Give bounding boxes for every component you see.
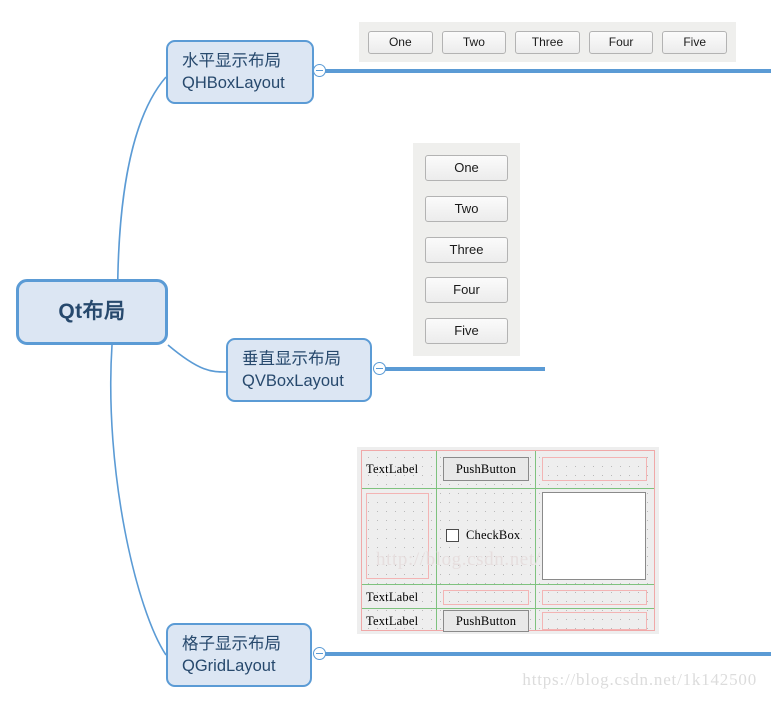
rail-hbox [325,69,771,73]
grid-listwidget-r2c3[interactable] [542,492,646,580]
mindmap-canvas: Qt布局 水平显示布局 QHBoxLayout 垂直显示布局 QVBoxLayo… [0,0,771,702]
checkbox-box-icon[interactable] [446,529,459,542]
vbox-button-four[interactable]: Four [425,277,508,304]
grid-guide-row-2 [362,584,654,585]
mindmap-node-qvboxlayout[interactable]: 垂直显示布局 QVBoxLayout [226,338,372,402]
grid-empty-slot-r3c3 [542,590,647,605]
node-qhboxlayout-line1: 水平显示布局 [182,51,281,70]
hbox-button-five[interactable]: Five [662,30,727,54]
grid-inner-watermark: http://blog.csdn.net/ [376,549,541,570]
grid-textlabel-r1c1: TextLabel [366,462,419,476]
hbox-button-row: One Two Three Four Five [359,22,736,62]
rail-vbox [385,367,545,371]
grid-empty-slot-r4c3 [542,612,647,630]
node-qgridlayout-line1: 格子显示布局 [182,634,281,653]
example-qgridlayout-panel: TextLabel PushButton CheckBox TextLabel … [357,447,659,634]
root-node-label: Qt布局 [58,299,126,323]
grid-textlabel-r4c1: TextLabel [366,614,419,628]
collapse-toggle-hbox[interactable] [313,64,326,77]
mindmap-node-qgridlayout[interactable]: 格子显示布局 QGridLayout [166,623,312,687]
page-watermark: https://blog.csdn.net/1k142500 [522,670,757,689]
grid-empty-slot-r1c3 [542,457,647,481]
vbox-button-two[interactable]: Two [425,195,508,222]
rail-grid [325,652,771,656]
grid-empty-slot-r3c2 [443,590,529,605]
node-qvboxlayout-line2: QVBoxLayout [242,372,344,390]
vbox-button-three[interactable]: Three [425,236,508,263]
grid-checkbox-label: CheckBox [466,528,521,542]
node-qgridlayout-line2: QGridLayout [182,657,276,675]
mindmap-node-qhboxlayout[interactable]: 水平显示布局 QHBoxLayout [166,40,314,104]
grid-designer-surface: TextLabel PushButton CheckBox TextLabel … [361,450,655,632]
grid-guide-row-3 [362,608,654,609]
collapse-toggle-vbox[interactable] [373,362,386,375]
collapse-toggle-grid[interactable] [313,647,326,660]
hbox-button-one[interactable]: One [368,30,433,54]
grid-pushbutton-r4c2[interactable]: PushButton [443,610,529,632]
grid-guide-col-2 [535,451,536,630]
node-qvboxlayout-line1: 垂直显示布局 [242,349,341,368]
node-qhboxlayout-line2: QHBoxLayout [182,74,285,92]
mindmap-root-node[interactable]: Qt布局 [16,279,168,345]
hbox-button-two[interactable]: Two [441,30,507,54]
grid-guide-row-1 [362,488,654,489]
grid-checkbox-r2c2[interactable]: CheckBox [446,528,520,543]
grid-pushbutton-r1c2[interactable]: PushButton [443,457,529,481]
hbox-button-three[interactable]: Three [515,30,580,54]
example-qhboxlayout-panel: One Two Three Four Five [359,22,736,62]
vbox-button-one[interactable]: One [425,155,508,181]
grid-guide-col-1 [436,451,437,630]
example-qvboxlayout-panel: One Two Three Four Five [413,143,520,356]
grid-textlabel-r3c1: TextLabel [366,590,419,604]
vbox-button-five[interactable]: Five [425,318,508,344]
hbox-button-four[interactable]: Four [588,30,654,54]
